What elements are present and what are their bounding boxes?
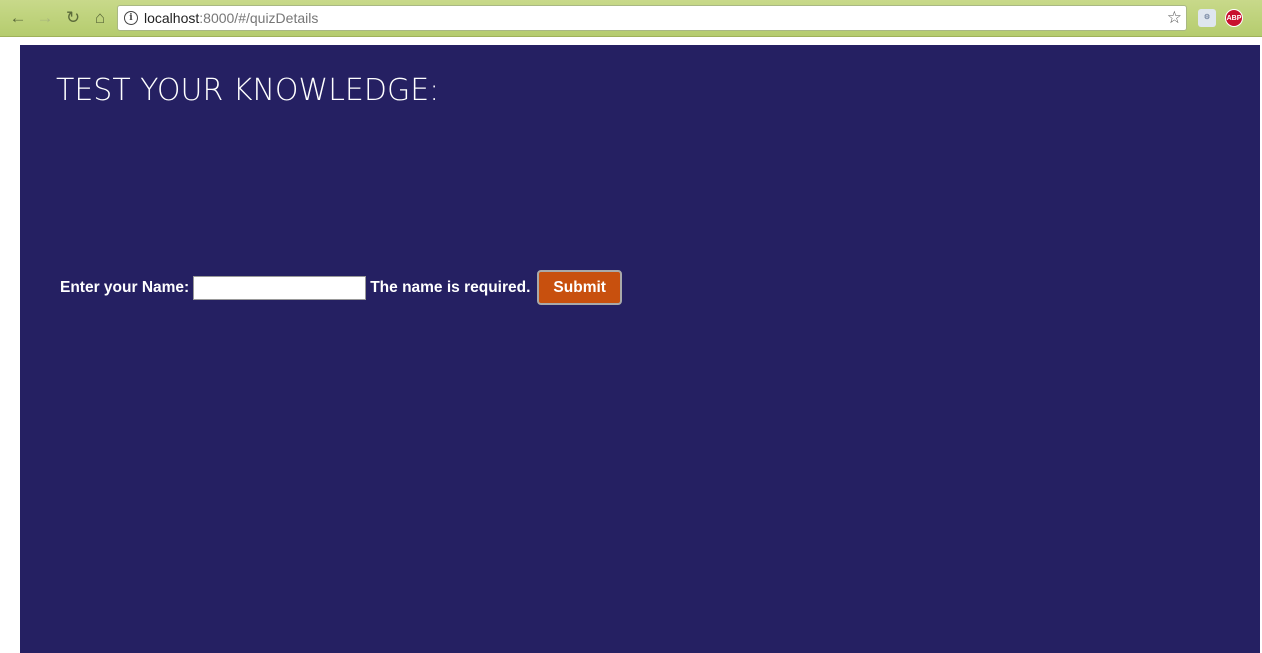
address-bar[interactable]: i localhost:8000/#/quizDetails ☆ — [117, 5, 1187, 31]
home-icon[interactable]: ⌂ — [90, 8, 110, 28]
url-path: :8000/#/quizDetails — [199, 10, 319, 26]
reload-icon[interactable]: ↻ — [63, 8, 83, 28]
forward-arrow-icon[interactable]: → — [35, 8, 55, 28]
browser-toolbar: ← → ↻ ⌂ i localhost:8000/#/quizDetails ☆… — [0, 0, 1262, 37]
url-host: localhost — [144, 10, 200, 26]
page-content: TEST YOUR KNOWLEDGE: Enter your Name: Th… — [20, 45, 1260, 653]
extension-icon[interactable]: ⚙ — [1198, 9, 1216, 27]
page-title: TEST YOUR KNOWLEDGE: — [56, 73, 440, 108]
submit-button[interactable]: Submit — [537, 270, 622, 305]
abp-icon[interactable]: ABP — [1225, 9, 1243, 27]
back-arrow-icon[interactable]: ← — [8, 8, 28, 28]
name-input[interactable] — [193, 275, 367, 300]
name-form: Enter your Name: The name is required. S… — [60, 270, 622, 305]
name-label: Enter your Name: — [60, 278, 190, 296]
name-required-message: The name is required. — [370, 278, 531, 296]
url-text[interactable]: localhost:8000/#/quizDetails — [144, 10, 318, 26]
star-icon[interactable]: ☆ — [1167, 8, 1182, 28]
info-icon[interactable]: i — [124, 11, 138, 25]
abp-label: ABP — [1226, 15, 1242, 22]
